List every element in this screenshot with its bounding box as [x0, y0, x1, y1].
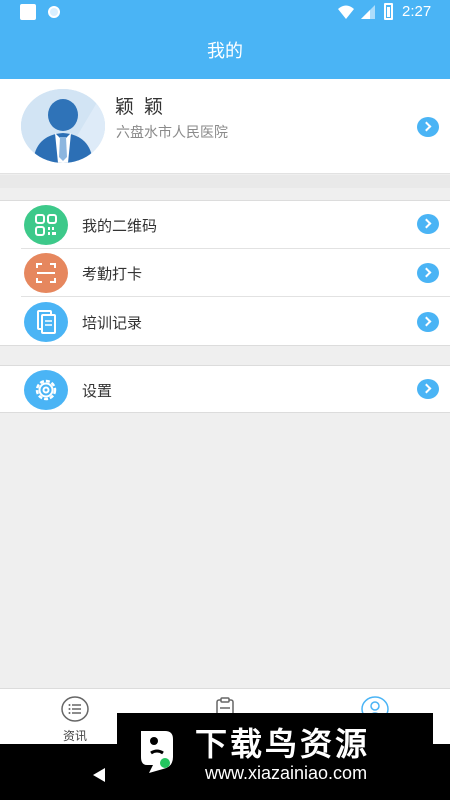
section-divider [0, 175, 450, 188]
menu-item-settings[interactable]: 设置 [0, 366, 450, 414]
page-title: 我的 [0, 24, 450, 79]
status-time: 2:27 [402, 3, 432, 20]
status-bar: 2:27 [0, 0, 450, 24]
watermark-title: 下载鸟资源 [195, 725, 371, 763]
notification-square-icon [20, 4, 36, 20]
sync-dot-icon [48, 6, 60, 18]
menu-item-label: 考勤打卡 [82, 265, 143, 283]
watermark: 下载鸟资源 www.xiazainiao.com [117, 713, 433, 791]
profile-card[interactable]: 颖 颖 六盘水市人民医院 [0, 79, 450, 174]
divider [21, 296, 450, 297]
qr-code-icon [24, 205, 68, 245]
chevron-right-icon[interactable] [417, 117, 439, 137]
user-avatar-icon [21, 89, 105, 163]
scan-icon [24, 253, 68, 293]
menu-item-label: 我的二维码 [82, 217, 158, 235]
battery-charging-icon [384, 3, 393, 20]
wifi-icon [338, 5, 354, 19]
gear-icon [24, 370, 68, 410]
back-icon[interactable] [93, 768, 105, 782]
list-icon [61, 696, 89, 722]
menu-group-main: 我的二维码 考勤打卡 培训记录 [0, 200, 450, 346]
signal-icon [361, 5, 375, 19]
watermark-url: www.xiazainiao.com [205, 763, 368, 783]
chevron-right-icon[interactable] [417, 379, 439, 399]
menu-item-training-records[interactable]: 培训记录 [0, 298, 450, 346]
chevron-right-icon[interactable] [417, 214, 439, 234]
profile-name: 颖 颖 [115, 96, 166, 118]
document-icon [24, 302, 68, 342]
chevron-right-icon[interactable] [417, 263, 439, 283]
menu-group-settings: 设置 [0, 365, 450, 413]
menu-item-label: 设置 [82, 382, 113, 400]
menu-item-qr-code[interactable]: 我的二维码 [0, 201, 450, 249]
chevron-right-icon[interactable] [417, 312, 439, 332]
menu-item-label: 培训记录 [82, 314, 143, 332]
bird-logo-icon [141, 731, 173, 773]
profile-organization: 六盘水市人民医院 [116, 125, 228, 141]
menu-item-attendance[interactable]: 考勤打卡 [0, 249, 450, 297]
